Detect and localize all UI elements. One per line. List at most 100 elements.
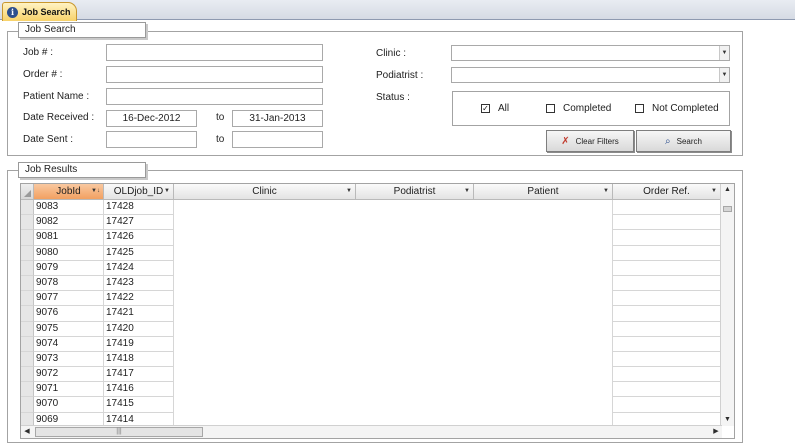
- table-cell[interactable]: [356, 215, 474, 230]
- table-cell[interactable]: [613, 291, 721, 307]
- table-cell[interactable]: 9071: [34, 382, 104, 398]
- table-cell[interactable]: [174, 397, 356, 412]
- row-selector[interactable]: [21, 245, 34, 261]
- table-cell[interactable]: 9076: [34, 306, 104, 322]
- vertical-scrollbar[interactable]: ▲ ▼: [720, 184, 734, 426]
- scroll-right-icon[interactable]: ▶: [710, 426, 722, 438]
- table-cell[interactable]: [356, 382, 474, 397]
- table-cell[interactable]: 17418: [104, 351, 174, 368]
- table-cell[interactable]: 9081: [34, 230, 104, 246]
- row-selector[interactable]: [21, 336, 34, 352]
- table-row[interactable]: 9082 17427: [21, 215, 721, 231]
- search-button[interactable]: ⌕ Search: [636, 130, 731, 152]
- scroll-down-icon[interactable]: ▼: [721, 414, 734, 426]
- tab-job-search[interactable]: i Job Search: [2, 2, 77, 21]
- table-row[interactable]: 9079 17424: [21, 260, 721, 276]
- table-cell[interactable]: [356, 367, 474, 382]
- scroll-thumb[interactable]: [723, 206, 732, 212]
- row-selector[interactable]: [21, 230, 34, 246]
- scroll-up-icon[interactable]: ▲: [721, 184, 734, 196]
- table-cell[interactable]: 9079: [34, 260, 104, 276]
- table-cell[interactable]: [356, 246, 474, 261]
- table-cell[interactable]: [474, 215, 613, 231]
- table-cell[interactable]: 17419: [104, 336, 174, 352]
- table-cell[interactable]: [174, 200, 356, 215]
- chevron-down-icon[interactable]: ▼: [711, 184, 717, 199]
- table-cell[interactable]: [356, 322, 474, 337]
- table-cell[interactable]: 9077: [34, 291, 104, 307]
- table-row[interactable]: 9073 17418: [21, 351, 721, 368]
- table-row[interactable]: 9075 17420: [21, 321, 721, 337]
- status-completed-option[interactable]: Completed: [546, 103, 611, 114]
- checkbox-empty-icon[interactable]: [546, 104, 555, 113]
- table-cell[interactable]: 9072: [34, 367, 104, 383]
- row-selector[interactable]: [21, 382, 34, 398]
- column-header-oldjob-id[interactable]: OLDjob_ID ▼: [104, 184, 174, 200]
- scroll-thumb[interactable]: |||: [35, 427, 203, 437]
- table-cell[interactable]: [613, 351, 721, 368]
- column-header-jobid[interactable]: JobId ▼↓: [34, 184, 104, 200]
- table-row[interactable]: 9081 17426: [21, 230, 721, 246]
- table-cell[interactable]: [174, 306, 356, 321]
- table-cell[interactable]: [613, 245, 721, 261]
- date-sent-from-field[interactable]: [106, 131, 197, 148]
- status-all-option[interactable]: ✓ All: [481, 103, 509, 114]
- date-received-from-field[interactable]: 16-Dec-2012: [106, 110, 197, 127]
- table-cell[interactable]: 17427: [104, 215, 174, 231]
- table-cell[interactable]: [613, 200, 721, 216]
- row-selector[interactable]: [21, 351, 34, 368]
- table-cell[interactable]: 17426: [104, 230, 174, 246]
- table-cell[interactable]: 17428: [104, 200, 174, 216]
- chevron-down-icon[interactable]: ▼: [164, 184, 170, 199]
- table-cell[interactable]: [356, 200, 474, 215]
- table-cell[interactable]: [613, 275, 721, 292]
- table-cell[interactable]: 9082: [34, 215, 104, 231]
- job-number-field[interactable]: [106, 44, 323, 61]
- table-cell[interactable]: [356, 337, 474, 352]
- results-datasheet[interactable]: JobId ▼↓ OLDjob_ID ▼ Clinic ▼ Podiatrist…: [20, 183, 735, 439]
- table-row[interactable]: 9070 17415: [21, 397, 721, 413]
- table-cell[interactable]: [474, 367, 613, 383]
- table-cell[interactable]: [474, 382, 613, 398]
- table-cell[interactable]: 9075: [34, 321, 104, 337]
- table-cell[interactable]: [613, 306, 721, 322]
- table-row[interactable]: 9076 17421: [21, 306, 721, 322]
- table-cell[interactable]: [474, 321, 613, 337]
- row-selector[interactable]: [21, 260, 34, 276]
- column-header-order-ref[interactable]: Order Ref. ▼: [613, 184, 721, 200]
- table-cell[interactable]: [474, 397, 613, 413]
- table-cell[interactable]: 17415: [104, 397, 174, 413]
- date-sent-to-field[interactable]: [232, 131, 323, 148]
- chevron-down-icon[interactable]: ▼: [719, 46, 729, 60]
- table-cell[interactable]: [613, 397, 721, 413]
- table-cell[interactable]: [174, 230, 356, 245]
- chevron-down-icon[interactable]: ▼: [464, 184, 470, 199]
- table-cell[interactable]: [474, 245, 613, 261]
- table-cell[interactable]: [174, 337, 356, 352]
- horizontal-scrollbar[interactable]: ◀ ||| ▶: [21, 425, 722, 438]
- table-cell[interactable]: [174, 246, 356, 261]
- table-cell[interactable]: [356, 306, 474, 321]
- column-header-podiatrist[interactable]: Podiatrist ▼: [356, 184, 474, 200]
- table-cell[interactable]: [613, 382, 721, 398]
- table-cell[interactable]: 9070: [34, 397, 104, 413]
- column-header-patient[interactable]: Patient ▼: [474, 184, 613, 200]
- table-cell[interactable]: 17422: [104, 291, 174, 307]
- table-cell[interactable]: 17421: [104, 306, 174, 322]
- table-cell[interactable]: [356, 230, 474, 245]
- table-cell[interactable]: [356, 261, 474, 276]
- table-row[interactable]: 9072 17417: [21, 367, 721, 383]
- table-cell[interactable]: 17425: [104, 245, 174, 261]
- date-received-to-field[interactable]: 31-Jan-2013: [232, 110, 323, 127]
- sort-descending-icon[interactable]: ▼↓: [91, 184, 100, 199]
- table-row[interactable]: 9071 17416: [21, 382, 721, 398]
- table-row[interactable]: 9077 17422: [21, 291, 721, 307]
- row-selector[interactable]: [21, 275, 34, 292]
- table-cell[interactable]: 9074: [34, 336, 104, 352]
- table-cell[interactable]: [356, 397, 474, 412]
- table-cell[interactable]: [613, 336, 721, 352]
- checkbox-checked-icon[interactable]: ✓: [481, 104, 490, 113]
- chevron-down-icon[interactable]: ▼: [603, 184, 609, 199]
- clinic-combo[interactable]: ▼: [451, 45, 730, 61]
- table-cell[interactable]: 17416: [104, 382, 174, 398]
